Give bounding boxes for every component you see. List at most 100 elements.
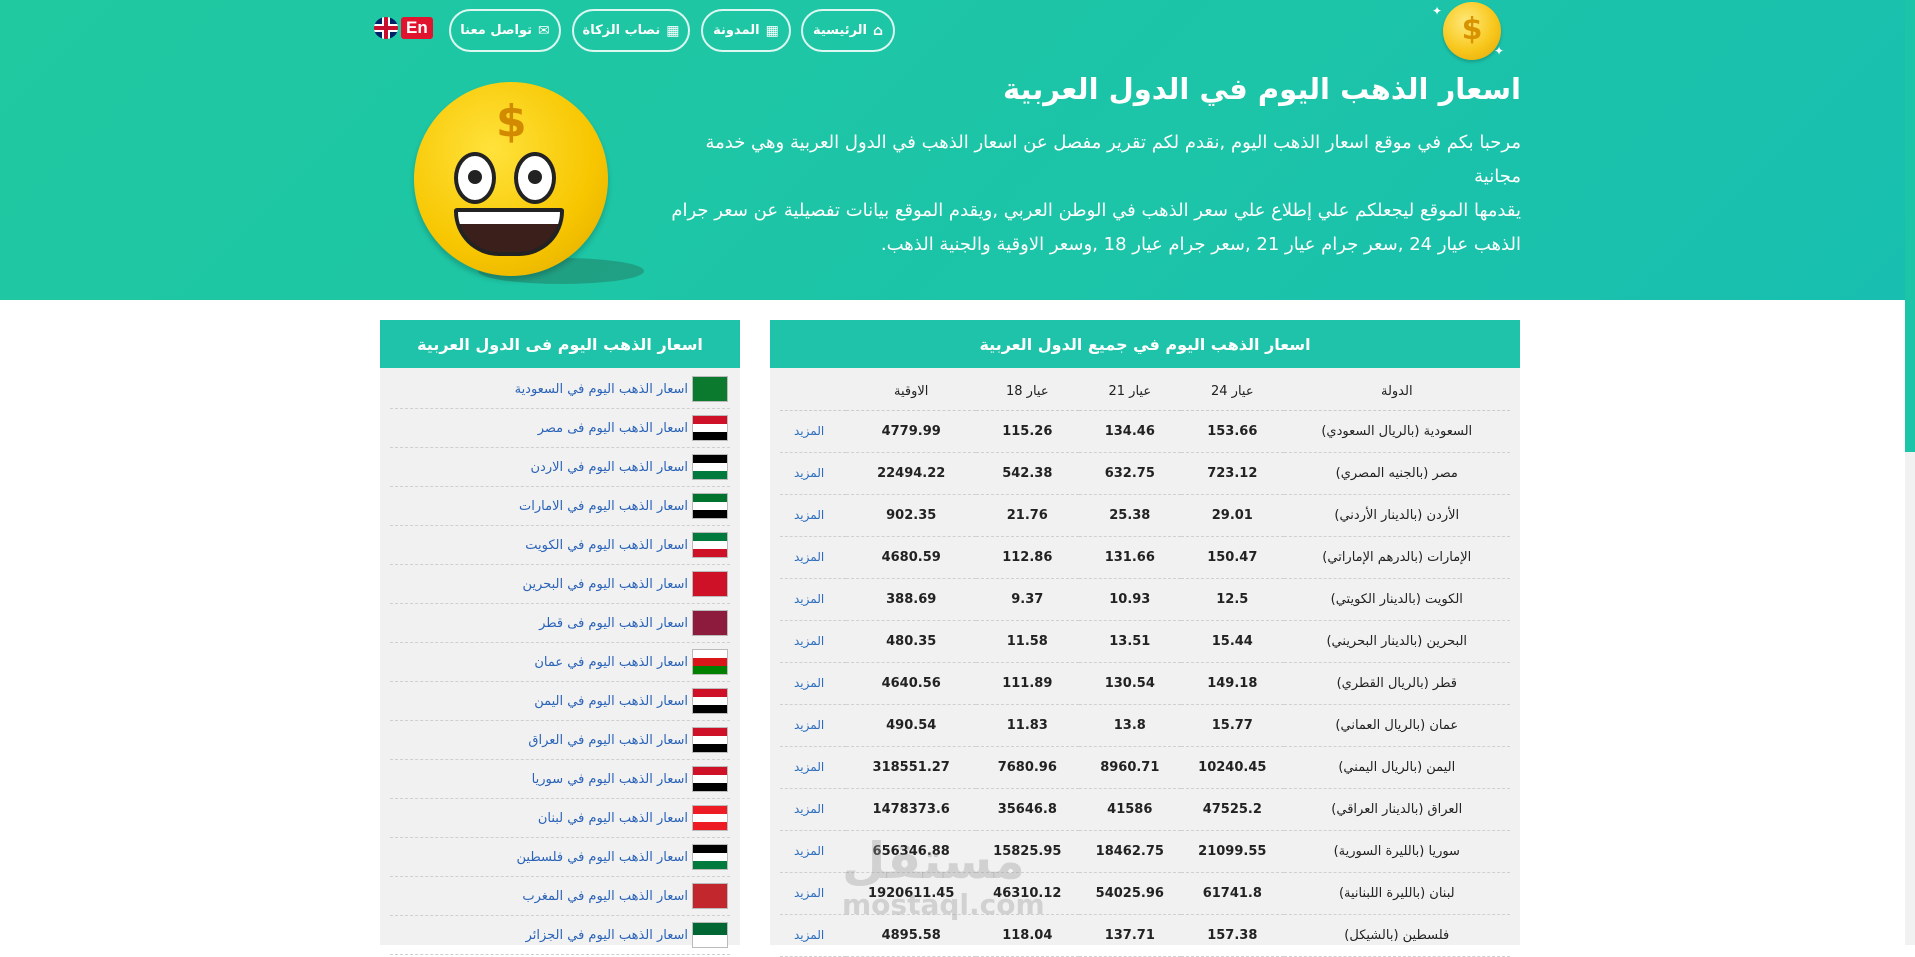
logo-dollar-icon: $ [1461, 12, 1483, 47]
column-header: عيار 18 [976, 374, 1079, 411]
sidebar-country-link[interactable]: اسعار الذهب اليوم فى مصر [390, 409, 730, 448]
more-link[interactable]: المزيد [780, 746, 847, 789]
nav-contact-button[interactable]: ✉ تواصل معنا [449, 9, 561, 52]
country-cell: عمان (بالريال العماني) [1283, 704, 1510, 747]
country-cell: فلسطين (بالشيكل) [1283, 914, 1510, 957]
egypt-flag-icon [692, 415, 728, 441]
sidebar-link-label: اسعار الذهب اليوم فى قطر [539, 615, 688, 631]
price-cell: 632.75 [1078, 452, 1182, 495]
country-cell: العراق (بالدينار العراقي) [1283, 788, 1510, 831]
sidebar-country-link[interactable]: اسعار الذهب اليوم في سوريا [390, 760, 730, 799]
sidebar-country-link[interactable]: اسعار الذهب اليوم في البحرين [390, 565, 730, 604]
more-link[interactable]: المزيد [780, 620, 847, 663]
scrollbar-thumb[interactable] [1905, 0, 1915, 452]
country-cell: لبنان (بالليرة اللبنانية) [1283, 872, 1510, 915]
price-cell: 15.44 [1181, 620, 1284, 663]
morocco-flag-icon [692, 883, 728, 909]
sidebar-link-label: اسعار الذهب اليوم في الكويت [525, 537, 688, 553]
price-cell: 15825.95 [976, 830, 1079, 873]
sidebar-country-link[interactable]: اسعار الذهب اليوم في الجزائر [390, 916, 730, 955]
more-link[interactable]: المزيد [780, 662, 847, 705]
sidebar-country-link[interactable]: اسعار الذهب اليوم في الكويت [390, 526, 730, 565]
sidebar-link-label: اسعار الذهب اليوم في السعودية [514, 381, 688, 397]
price-cell: 149.18 [1181, 662, 1284, 705]
price-cell: 11.58 [976, 620, 1079, 663]
country-cell: مصر (بالجنيه المصري) [1283, 452, 1510, 495]
more-link[interactable]: المزيد [780, 578, 847, 621]
sparkle-icon: ✦ [1432, 4, 1443, 18]
price-cell: 4680.59 [846, 536, 977, 579]
scrollbar-track[interactable] [1905, 0, 1915, 945]
more-link[interactable]: المزيد [780, 830, 847, 873]
main-table-heading: اسعار الذهب اليوم في جميع الدول العربية [770, 320, 1520, 368]
more-link[interactable]: المزيد [780, 410, 847, 453]
table-row: قطر (بالريال القطري) 149.18 130.54 111.89 46… [780, 662, 1510, 705]
sidebar-country-link[interactable]: اسعار الذهب اليوم في اليمن [390, 682, 730, 721]
nav-zakat-button[interactable]: ▦ نصاب الزكاة [572, 9, 690, 52]
more-link[interactable]: المزيد [780, 494, 847, 537]
price-cell: 41586 [1078, 788, 1182, 831]
price-cell: 137.71 [1078, 914, 1182, 957]
sidebar-link-label: اسعار الذهب اليوم في البحرين [522, 576, 688, 592]
price-cell: 656346.88 [846, 830, 977, 873]
gold-prices-panel: الدولة عيار 24 عيار 21 عيار 18 الاوقية السعو… [770, 368, 1520, 957]
sidebar-country-link[interactable]: اسعار الذهب اليوم فى قطر [390, 604, 730, 643]
price-cell: 130.54 [1078, 662, 1182, 705]
price-cell: 11.83 [976, 704, 1079, 747]
column-header: الاوقية [846, 374, 977, 411]
saudi-flag-icon [692, 376, 728, 402]
price-cell: 131.66 [1078, 536, 1182, 579]
more-link[interactable]: المزيد [780, 788, 847, 831]
sidebar-link-label: اسعار الذهب اليوم في الجزائر [525, 927, 688, 943]
sidebar-country-link[interactable]: اسعار الذهب اليوم في العراق [390, 721, 730, 760]
price-cell: 490.54 [846, 704, 977, 747]
sidebar-country-link[interactable]: اسعار الذهب اليوم في لبنان [390, 799, 730, 838]
gold-prices-table: الدولة عيار 24 عيار 21 عيار 18 الاوقية السعو… [780, 374, 1510, 957]
sidebar-country-link[interactable]: اسعار الذهب اليوم في فلسطين [390, 838, 730, 877]
nav-home-button[interactable]: ⌂ الرئيسية [801, 9, 895, 52]
hero-description: مرحبا بكم في موقع اسعار الذهب اليوم ,نقد… [671, 126, 1521, 262]
price-cell: 118.04 [976, 914, 1079, 957]
sidebar-country-link[interactable]: اسعار الذهب اليوم في الامارات [390, 487, 730, 526]
sidebar-country-link[interactable]: اسعار الذهب اليوم في عمان [390, 643, 730, 682]
country-cell: البحرين (بالدينار البحريني) [1283, 620, 1510, 663]
country-cell: الإمارات (بالدرهم الإماراتي) [1283, 536, 1510, 579]
more-link[interactable]: المزيد [780, 704, 847, 747]
table-row: العراق (بالدينار العراقي) 47525.2 41586 356… [780, 788, 1510, 831]
more-link[interactable]: المزيد [780, 914, 847, 957]
sidebar-link-label: اسعار الذهب اليوم في فلسطين [516, 849, 688, 865]
yemen-flag-icon [692, 688, 728, 714]
oman-flag-icon [692, 649, 728, 675]
sidebar-link-label: اسعار الذهب اليوم في عمان [534, 654, 688, 670]
sidebar-link-label: اسعار الذهب اليوم فى مصر [537, 420, 688, 436]
dollar-icon: $ [496, 96, 527, 147]
kuwait-flag-icon [692, 532, 728, 558]
site-logo[interactable]: $ [1443, 2, 1501, 60]
price-cell: 35646.8 [976, 788, 1079, 831]
price-cell: 21099.55 [1181, 830, 1284, 873]
more-link[interactable]: المزيد [780, 536, 847, 579]
lebanon-flag-icon [692, 805, 728, 831]
sidebar-country-link[interactable]: اسعار الذهب اليوم في السعودية [390, 370, 730, 409]
price-cell: 902.35 [846, 494, 977, 537]
nav-blog-button[interactable]: ▦ المدونة [701, 9, 791, 52]
more-link[interactable]: المزيد [780, 872, 847, 915]
sparkle-icon: ✦ [1494, 44, 1505, 58]
table-row: فلسطين (بالشيكل) 157.38 137.71 118.04 4895.5… [780, 914, 1510, 957]
language-switch[interactable]: En [374, 17, 433, 39]
table-row: عمان (بالريال العماني) 15.77 13.8 11.83 490.… [780, 704, 1510, 747]
price-cell: 115.26 [976, 410, 1079, 453]
jordan-flag-icon [692, 454, 728, 480]
sidebar-country-link[interactable]: اسعار الذهب اليوم في الاردن [390, 448, 730, 487]
sidebar-link-label: اسعار الذهب اليوم في اليمن [534, 693, 688, 709]
countries-sidebar: اسعار الذهب اليوم في السعودية اسعار الذهب… [380, 368, 740, 955]
calculator-icon: ▦ [765, 22, 779, 39]
price-cell: 13.8 [1078, 704, 1182, 747]
table-row: الكويت (بالدينار الكويتي) 12.5 10.93 9.37 38… [780, 578, 1510, 621]
more-link[interactable]: المزيد [780, 452, 847, 495]
price-cell: 18462.75 [1078, 830, 1182, 873]
price-cell: 723.12 [1181, 452, 1284, 495]
price-cell: 153.66 [1181, 410, 1284, 453]
sidebar-country-link[interactable]: اسعار الذهب اليوم في المغرب [390, 877, 730, 916]
uae-flag-icon [692, 493, 728, 519]
